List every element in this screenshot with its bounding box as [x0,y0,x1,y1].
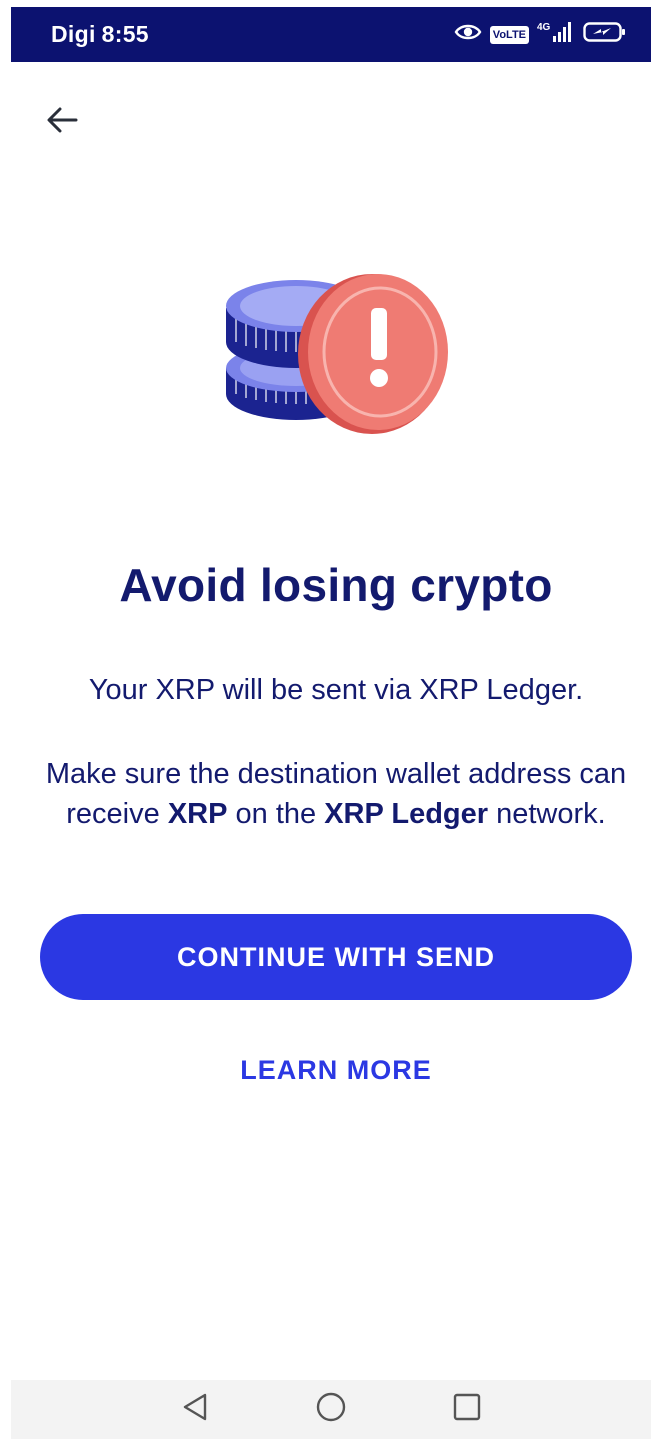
warning-bold-xrp: XRP [167,798,228,830]
learn-more-link[interactable]: LEARN MORE [0,1055,651,1086]
nav-recents-button[interactable] [447,1390,487,1430]
back-button[interactable] [40,100,84,144]
clock: 8:55 [101,21,149,47]
status-right: VoLTE 4G [454,20,627,49]
arrow-left-icon [45,106,79,139]
battery-icon [583,21,627,48]
coins-warning-illustration [222,268,452,436]
eye-icon [454,23,482,46]
nav-back-button[interactable] [175,1390,215,1430]
send-network-info: Your XRP will be sent via XRP Ledger. [88,674,584,706]
status-left: Digi 8:55 [51,21,149,48]
system-nav-bar [11,1380,651,1439]
carrier-label: Digi [51,21,96,47]
warning-bold-ledger: XRP Ledger [324,798,489,830]
triangle-back-icon [181,1392,209,1427]
warning-text-part2: on the [227,798,325,830]
screen: Digi 8:55 VoLTE 4G Avoid losing crypto Y… [0,0,651,1439]
destination-warning: Make sure the destination wallet address… [30,754,642,834]
page-title: Avoid losing crypto [119,559,553,611]
svg-text:4G: 4G [537,22,551,33]
continue-with-send-button[interactable]: CONTINUE WITH SEND [40,914,632,1000]
status-bar: Digi 8:55 VoLTE 4G [11,7,651,62]
volte-badge: VoLTE [489,25,529,44]
signal-icon: 4G [537,20,575,49]
square-recents-icon [452,1392,482,1427]
warning-text-part3: network. [488,798,606,830]
nav-home-button[interactable] [311,1390,351,1430]
circle-home-icon [315,1391,347,1428]
